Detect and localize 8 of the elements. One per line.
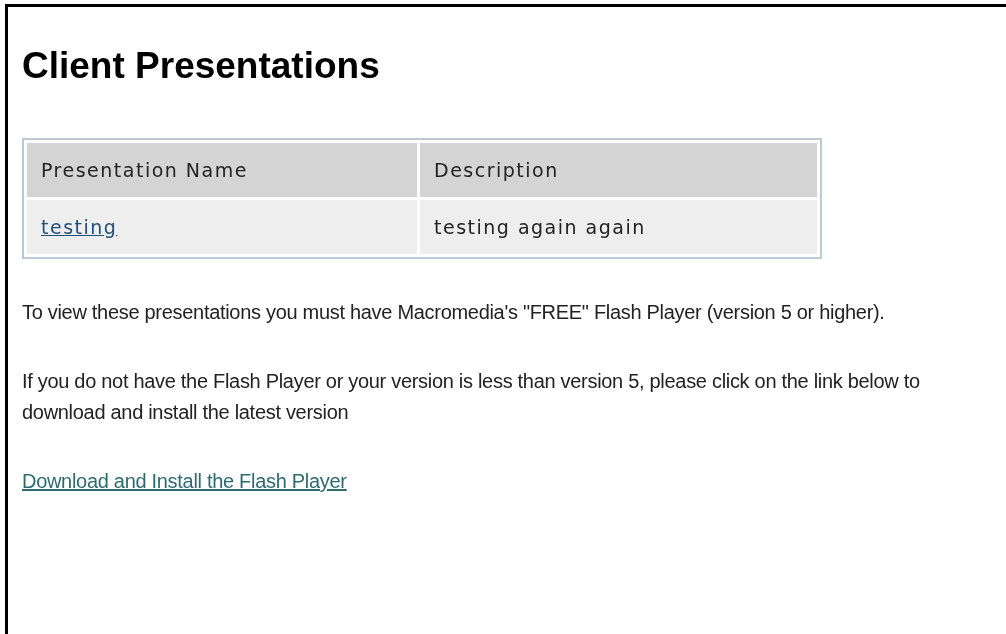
column-header: Presentation Name: [27, 143, 417, 197]
page-title: Client Presentations: [22, 45, 380, 87]
column-header: Description: [420, 143, 817, 197]
presentation-link[interactable]: testing: [41, 215, 118, 238]
info-paragraph: To view these presentations you must have Macromedia's "FREE" Flash Player (version 5 or higher).: [22, 300, 886, 325]
table-cell: testing again again: [420, 200, 817, 254]
download-link[interactable]: Download and Install the Flash Player: [22, 466, 347, 497]
info-paragraph: If you do not have the Flash Player or your version is less than version 5, please click on the link below to download and install the latest version: [22, 369, 921, 425]
